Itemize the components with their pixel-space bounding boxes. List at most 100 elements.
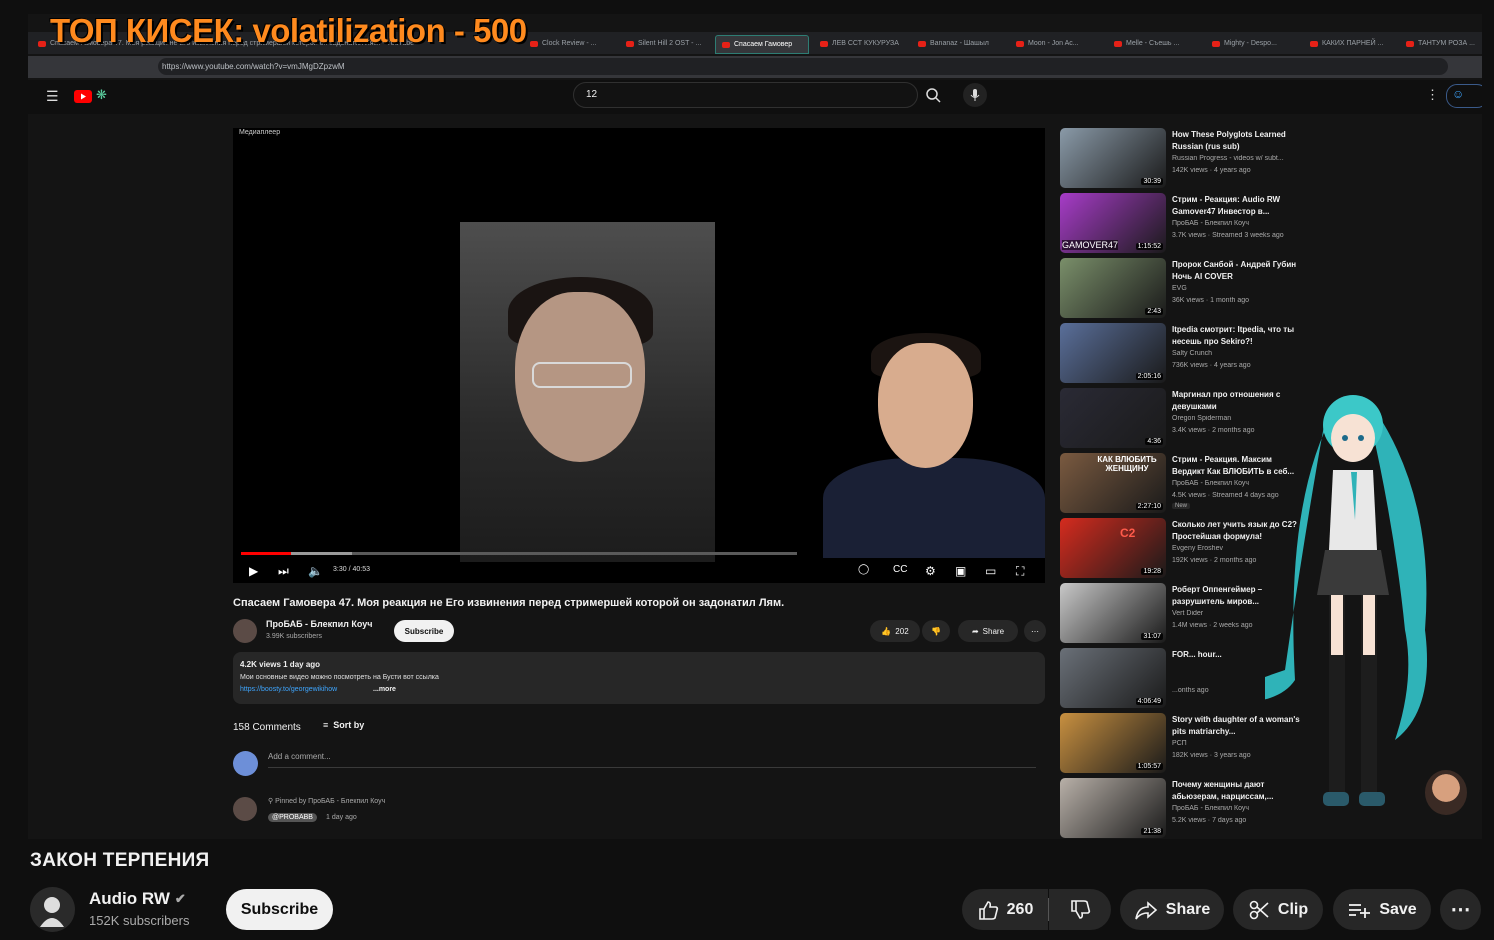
recommendation-title[interactable]: Itpedia смотрит: Itpedia, что ты несешь …: [1172, 324, 1302, 348]
share-button[interactable]: ➦ Share: [958, 620, 1018, 642]
save-button[interactable]: Save: [1333, 889, 1431, 930]
recommendation-title[interactable]: How These Polyglots Learned Russian (rus…: [1172, 129, 1302, 153]
more-horizontal-icon: ⋯: [1450, 899, 1471, 921]
duration-badge: 30:39: [1141, 178, 1163, 185]
description-box[interactable]: 4.2K views 1 day ago Мои основные видео …: [233, 652, 1045, 704]
menu-icon[interactable]: ☰: [46, 88, 59, 105]
video-thumbnail[interactable]: 4:36: [1060, 388, 1166, 448]
channel-name-text: Audio RW: [89, 889, 170, 908]
channel-name[interactable]: ПроБАБ - Блекпил Коуч: [266, 619, 372, 629]
video-thumbnail[interactable]: 31:07: [1060, 583, 1166, 643]
dislike-button[interactable]: 👎: [922, 620, 950, 642]
recommendation-item[interactable]: 2:43 Пророк Санбой - Андрей Губин Ночь A…: [1060, 258, 1320, 320]
video-thumbnail[interactable]: КАК ВЛЮБИТЬ ЖЕНЩИНУ 2:27:10: [1060, 453, 1166, 513]
more-horizontal-icon: ⋯: [1031, 626, 1039, 636]
description-link[interactable]: https://boosty.to/georgewikihow: [240, 686, 337, 693]
video-thumbnail[interactable]: C2 19:28: [1060, 518, 1166, 578]
recommendation-item[interactable]: 2:05:16 Itpedia смотрит: Itpedia, что ты…: [1060, 323, 1320, 385]
video-thumbnail[interactable]: 2:05:16: [1060, 323, 1166, 383]
doodle-logo-icon[interactable]: ❋: [96, 87, 107, 103]
sign-in-button[interactable]: ☺: [1446, 84, 1482, 108]
progress-bar[interactable]: [241, 552, 797, 555]
youtube-logo-icon[interactable]: [74, 90, 92, 103]
video-thumbnail[interactable]: GAMOVER47 1:15:52: [1060, 193, 1166, 253]
browser-tab[interactable]: ЛЕВ ССТ КУКУРУЗА: [814, 35, 914, 52]
duration-badge: 1:15:52: [1135, 243, 1163, 250]
more-actions-button[interactable]: ⋯: [1024, 620, 1046, 642]
browser-tab[interactable]: Bananaz - Шашыл: [912, 35, 1012, 52]
theater-mode-icon[interactable]: ▭: [985, 564, 996, 578]
tab-label: Silent Hill 2 OST - ...: [638, 40, 702, 47]
recommendation-item[interactable]: GAMOVER47 1:15:52 Стрим - Реакция: Audio…: [1060, 193, 1320, 255]
browser-tab-active[interactable]: Спасаем Гамовер: [715, 35, 809, 54]
captions-icon[interactable]: CC: [893, 564, 907, 575]
recommendation-channel[interactable]: Salty Crunch: [1172, 350, 1297, 357]
browser-tab[interactable]: Clock Review - ...: [524, 35, 624, 52]
more-actions-button[interactable]: ⋯: [1440, 889, 1481, 930]
search-input[interactable]: 12: [573, 82, 918, 108]
video-thumbnail[interactable]: 4:06:49: [1060, 648, 1166, 708]
verified-check-icon: ✔: [174, 891, 186, 906]
subscribe-button[interactable]: Subscribe: [226, 889, 333, 930]
share-label: Share: [1165, 900, 1211, 918]
clip-button[interactable]: Clip: [1233, 889, 1323, 930]
voice-search-button[interactable]: [963, 83, 987, 107]
video-thumbnail[interactable]: 2:43: [1060, 258, 1166, 318]
anime-character-overlay: [1265, 380, 1445, 830]
volume-icon[interactable]: 🔈: [308, 564, 323, 578]
video-thumbnail[interactable]: 30:39: [1060, 128, 1166, 188]
tab-label: Спасаем Гамовер: [734, 41, 793, 48]
fullscreen-icon[interactable]: ⛶: [1016, 564, 1024, 579]
youtube-tab-icon: [626, 40, 634, 47]
video-player[interactable]: Медиаплеер ▶ ⏭ 🔈 3:30 / 40:53 ◯ CC ⚙ ▣ ▭…: [233, 128, 1045, 583]
channel-avatar[interactable]: [233, 619, 257, 643]
recommendation-channel[interactable]: EVG: [1172, 285, 1297, 292]
comment-avatar[interactable]: [233, 797, 257, 821]
browser-tab[interactable]: КАКИХ ПАРНЕЙ ...: [1304, 35, 1404, 52]
show-more-link[interactable]: ...more: [373, 686, 396, 693]
duration-badge: 4:06:49: [1135, 698, 1163, 705]
recommendation-title[interactable]: Стрим - Реакция: Audio RW Gamover47 Инве…: [1172, 194, 1302, 218]
miniplayer-icon[interactable]: ▣: [955, 564, 966, 578]
share-button[interactable]: Share: [1120, 889, 1224, 930]
next-icon[interactable]: ⏭: [278, 564, 289, 579]
browser-tab[interactable]: ТАНТУМ РОЗА ...: [1400, 35, 1482, 52]
add-comment-input[interactable]: Add a comment...: [268, 752, 1036, 768]
tab-label: ТАНТУМ РОЗА ...: [1418, 40, 1475, 47]
youtube-tab-icon: [1114, 40, 1122, 47]
video-title: Спасаем Гамовера 47. Моя реакция не Его …: [233, 597, 785, 609]
pin-icon: ⚲: [268, 798, 274, 805]
subscribe-button[interactable]: Subscribe: [394, 620, 454, 642]
recommendation-item[interactable]: 30:39 How These Polyglots Learned Russia…: [1060, 128, 1320, 190]
thumbs-up-icon: [978, 900, 998, 920]
video-thumbnail[interactable]: 1:05:57: [1060, 713, 1166, 773]
settings-gear-icon[interactable]: ⚙: [925, 564, 936, 578]
like-button[interactable]: 260: [962, 889, 1048, 930]
url-field[interactable]: https://www.youtube.com/watch?v=vmJMgDZp…: [158, 58, 1448, 75]
channel-name[interactable]: Audio RW ✔: [89, 889, 186, 909]
share-arrow-icon: ➦: [971, 626, 979, 636]
recommendation-channel[interactable]: ПроБАБ - Блекпил Коуч: [1172, 220, 1297, 227]
youtube-tab-icon: [1016, 40, 1024, 47]
comment-author-handle[interactable]: @PROBABB: [268, 813, 317, 822]
browser-tab[interactable]: Silent Hill 2 OST - ...: [620, 35, 720, 52]
more-vertical-icon[interactable]: ⋮: [1426, 87, 1439, 103]
dislike-button[interactable]: [1049, 889, 1111, 930]
recommendation-channel[interactable]: Russian Progress - videos w/ subt...: [1172, 155, 1297, 162]
browser-tab[interactable]: Melle - Съешь ...: [1108, 35, 1208, 52]
channel-avatar[interactable]: [30, 887, 75, 932]
like-count: 260: [1006, 900, 1034, 918]
like-button[interactable]: 👍 202: [870, 620, 920, 642]
browser-tab[interactable]: Moon - Jon Aс...: [1010, 35, 1110, 52]
video-thumbnail[interactable]: 21:38: [1060, 778, 1166, 838]
search-button[interactable]: [920, 82, 946, 108]
play-icon[interactable]: ▶: [249, 564, 258, 578]
duration-badge: 2:05:16: [1135, 373, 1163, 380]
autoplay-toggle-icon[interactable]: ◯: [858, 564, 869, 575]
thumbs-down-icon: [1071, 899, 1091, 919]
sort-by-button[interactable]: ≡ Sort by: [323, 720, 364, 730]
recommendation-meta: 736K views · 4 years ago: [1172, 362, 1251, 369]
browser-tab[interactable]: Mighty - Despo...: [1206, 35, 1306, 52]
recommendation-title[interactable]: Пророк Санбой - Андрей Губин Ночь AI COV…: [1172, 259, 1302, 283]
duration-badge: 19:28: [1141, 568, 1163, 575]
